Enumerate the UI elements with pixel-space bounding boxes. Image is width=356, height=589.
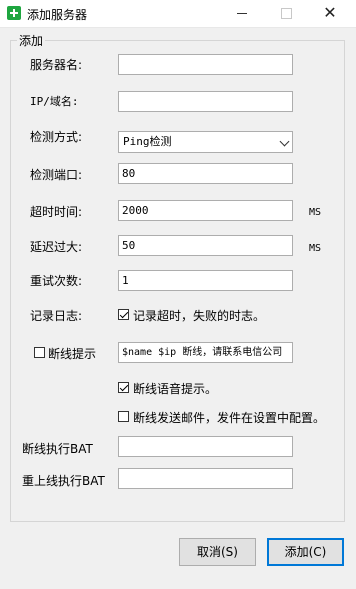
delay-unit: MS [309, 243, 322, 254]
delay-label: 延迟过大: [30, 240, 83, 254]
server-name-input[interactable] [118, 54, 293, 75]
delay-input[interactable]: 50 [118, 235, 293, 256]
log-checkbox[interactable] [118, 309, 129, 320]
retries-input[interactable]: 1 [118, 270, 293, 291]
minimize-button[interactable] [220, 0, 264, 27]
ip-domain-input[interactable] [118, 91, 293, 112]
ip-domain-label: IP/域名: [30, 95, 79, 108]
detect-port-input[interactable]: 80 [118, 163, 293, 184]
retries-label: 重试次数: [30, 274, 83, 288]
server-name-label: 服务器名: [30, 58, 83, 72]
email-notice-checkbox[interactable] [118, 411, 129, 422]
maximize-button [264, 0, 308, 27]
app-add-icon [7, 6, 21, 20]
detect-port-label: 检测端口: [30, 168, 83, 182]
close-button[interactable]: ✕ [308, 0, 352, 27]
email-notice-label: 断线发送邮件，发件在设置中配置。 [133, 411, 326, 425]
disconnect-notice-checkbox[interactable] [34, 347, 45, 358]
chevron-down-icon [279, 136, 290, 147]
voice-notice-label: 断线语音提示。 [133, 382, 218, 396]
detect-method-label: 检测方式: [30, 130, 83, 144]
log-label: 记录日志: [30, 309, 83, 323]
reconnect-bat-input[interactable] [118, 468, 293, 489]
log-checkbox-label: 记录超时，失败的时志。 [133, 309, 266, 323]
reconnect-bat-label: 重上线执行BAT [22, 474, 105, 488]
disconnect-bat-label: 断线执行BAT [22, 442, 93, 456]
timeout-unit: MS [309, 207, 322, 218]
detect-method-value: Ping检测 [123, 135, 172, 148]
add-button[interactable]: 添加(C) [267, 538, 344, 566]
detect-method-select[interactable]: Ping检测 [118, 131, 293, 153]
minimize-icon [237, 12, 247, 14]
disconnect-notice-label: 断线提示 [48, 347, 97, 361]
voice-notice-checkbox[interactable] [118, 382, 129, 393]
group-legend: 添加 [17, 32, 46, 49]
disconnect-message-input[interactable]: $name $ip 断线，请联系电信公司 [118, 342, 293, 363]
window-title: 添加服务器 [27, 8, 88, 22]
title-bar: 添加服务器 ✕ [0, 0, 356, 28]
timeout-label: 超时时间: [30, 205, 83, 219]
timeout-input[interactable]: 2000 [118, 200, 293, 221]
maximize-icon [280, 7, 292, 19]
disconnect-bat-input[interactable] [118, 436, 293, 457]
cancel-button[interactable]: 取消(S) [179, 538, 256, 566]
